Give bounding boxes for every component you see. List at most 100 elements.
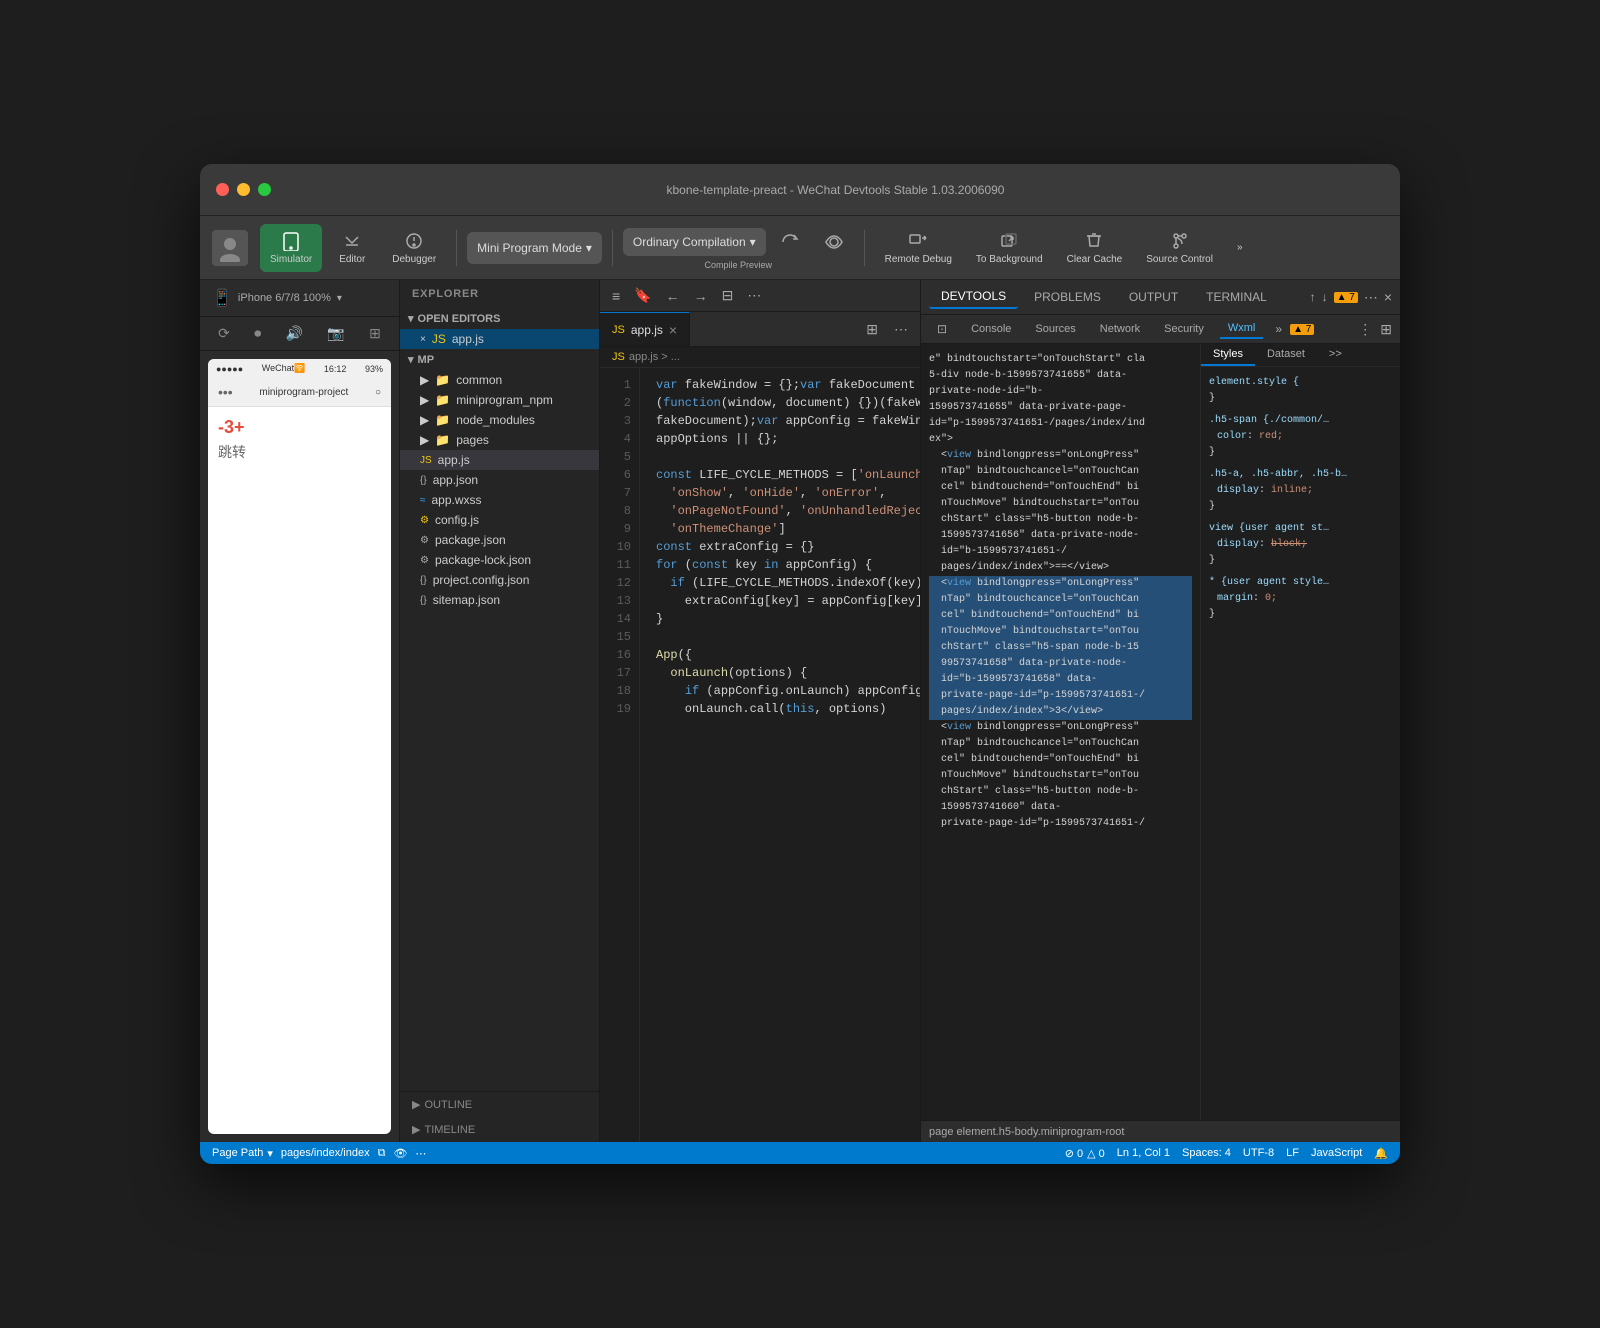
split-icon[interactable]: ⊟ bbox=[718, 285, 738, 306]
folder-common[interactable]: ▶ 📁 common bbox=[400, 370, 599, 390]
open-file-appjs[interactable]: × JS app.js bbox=[400, 329, 599, 349]
more-status-icon[interactable]: ⋯ bbox=[415, 1147, 426, 1160]
tab-close-icon[interactable]: × bbox=[669, 322, 677, 338]
file-appjs[interactable]: JS app.js bbox=[400, 450, 599, 470]
warnings-text: △ 0 bbox=[1087, 1147, 1105, 1160]
file-packagelockjson[interactable]: ⚙ package-lock.json bbox=[400, 550, 599, 570]
folder-miniprogram-npm[interactable]: ▶ 📁 miniprogram_npm bbox=[400, 390, 599, 410]
folder-node-modules[interactable]: ▶ 📁 node_modules bbox=[400, 410, 599, 430]
eye-icon[interactable]: 👁 bbox=[393, 1147, 407, 1160]
filename: app.js bbox=[438, 453, 470, 467]
subtab-wxml[interactable]: Wxml bbox=[1220, 319, 1264, 339]
refresh-button[interactable] bbox=[770, 226, 810, 258]
tab-devtools[interactable]: DEVTOOLS bbox=[929, 285, 1018, 309]
file-icon: JS bbox=[612, 351, 625, 363]
phone-statusbar: ●●●●● WeChat🛜 16:12 93% bbox=[208, 359, 391, 378]
styles-tab[interactable]: Styles bbox=[1201, 344, 1255, 366]
preview-button[interactable] bbox=[814, 226, 854, 258]
tab-terminal[interactable]: TERMINAL bbox=[1194, 286, 1279, 308]
dataset-tab[interactable]: Dataset bbox=[1255, 344, 1317, 366]
record-icon[interactable]: ⏺ bbox=[252, 323, 263, 344]
statusbar: Page Path ▾ pages/index/index ⧉ 👁 ⋯ ⊘ 0 … bbox=[200, 1142, 1400, 1164]
maximize-button[interactable] bbox=[258, 183, 271, 196]
split-editor-icon[interactable]: ⊞ bbox=[862, 319, 882, 340]
timeline-section[interactable]: ▶ TIMELINE bbox=[400, 1117, 599, 1142]
simulator-panel: 📱 iPhone 6/7/8 100% ▾ ⟳ ⏺ 🔊 📷 ⊞ ●●●●● We… bbox=[200, 280, 400, 1142]
code-content[interactable]: var fakeWindow = {};var fakeDocument = {… bbox=[640, 368, 920, 1142]
volume-icon[interactable]: 🔊 bbox=[284, 323, 305, 344]
subtabs-more-icon[interactable]: » bbox=[1275, 322, 1282, 336]
close-button[interactable] bbox=[216, 183, 229, 196]
chevron-right-icon: ▶ bbox=[420, 433, 429, 447]
tab-problems[interactable]: PROBLEMS bbox=[1022, 286, 1113, 308]
errors-text: ⊘ 0 bbox=[1065, 1147, 1083, 1160]
subtab-icon[interactable]: ⊡ bbox=[929, 319, 955, 339]
close-icon[interactable]: × bbox=[420, 334, 426, 345]
minimize-button[interactable] bbox=[237, 183, 250, 196]
errors-item[interactable]: ⊘ 0 △ 0 bbox=[1065, 1147, 1105, 1160]
bookmark-icon[interactable]: 🔖 bbox=[630, 285, 655, 306]
wxml-line-selected: pages/index/index">3</view> bbox=[929, 704, 1192, 720]
phone-network: WeChat🛜 bbox=[262, 363, 306, 374]
style-rule-view: view {user agent st… display: block; } bbox=[1209, 521, 1392, 569]
outline-section[interactable]: ▶ OUTLINE bbox=[400, 1092, 599, 1117]
folder-icon: 📁 bbox=[435, 393, 450, 407]
file-projectconfigjson[interactable]: {} project.config.json bbox=[400, 570, 599, 590]
subtab-console[interactable]: Console bbox=[963, 320, 1019, 338]
compile-top: Ordinary Compilation ▾ bbox=[623, 226, 854, 258]
main-toolbar: Simulator Editor Debugger Mini Program M… bbox=[200, 216, 1400, 280]
debugger-button[interactable]: Debugger bbox=[382, 224, 446, 272]
more-editor-icon[interactable]: ⋯ bbox=[743, 285, 765, 306]
nav-forward-icon[interactable]: → bbox=[690, 286, 712, 306]
folder-pages[interactable]: ▶ 📁 pages bbox=[400, 430, 599, 450]
devtools-toolbar: ⊡ Console Sources Network Security Wxml … bbox=[921, 315, 1400, 344]
wxml-panel[interactable]: e" bindtouchstart="onTouchStart" cla 5-d… bbox=[921, 344, 1200, 1120]
style-selector: view {user agent st… bbox=[1209, 521, 1392, 537]
more-button[interactable]: » bbox=[1227, 224, 1253, 272]
wxml-line: private-node-id="b- bbox=[929, 384, 1192, 400]
more-tabs-icon[interactable]: ⋯ bbox=[890, 319, 912, 340]
subtab-network[interactable]: Network bbox=[1092, 320, 1148, 338]
clear-cache-button[interactable]: Clear Cache bbox=[1057, 224, 1133, 272]
devtools-close-icon[interactable]: × bbox=[1384, 289, 1392, 305]
tab-output[interactable]: OUTPUT bbox=[1117, 286, 1190, 308]
editor-label: Editor bbox=[339, 254, 365, 265]
main-area: 📱 iPhone 6/7/8 100% ▾ ⟳ ⏺ 🔊 📷 ⊞ ●●●●● We… bbox=[200, 280, 1400, 1142]
compilation-selector[interactable]: Ordinary Compilation ▾ bbox=[623, 228, 766, 256]
copy-icon[interactable]: ⧉ bbox=[378, 1147, 386, 1160]
file-packagejson[interactable]: ⚙ package.json bbox=[400, 530, 599, 550]
toolbar-divider-3 bbox=[864, 230, 865, 266]
tab-appjs[interactable]: JS app.js × bbox=[600, 312, 690, 346]
source-control-button[interactable]: Source Control bbox=[1136, 224, 1223, 272]
editor-button[interactable]: Editor bbox=[326, 224, 378, 272]
remote-debug-button[interactable]: Remote Debug bbox=[875, 224, 962, 272]
nav-back-icon[interactable]: ← bbox=[662, 286, 684, 306]
bell-icon[interactable]: 🔔 bbox=[1374, 1147, 1388, 1160]
more-style-tab[interactable]: >> bbox=[1317, 344, 1354, 366]
devtools-menu-icon[interactable]: ⋯ bbox=[1364, 289, 1378, 306]
file-configjs[interactable]: ⚙ config.js bbox=[400, 510, 599, 530]
page-path-item[interactable]: Page Path ▾ bbox=[212, 1147, 273, 1160]
subtab-security[interactable]: Security bbox=[1156, 320, 1212, 338]
file-sitemapjson[interactable]: {} sitemap.json bbox=[400, 590, 599, 610]
screenshot-icon[interactable]: 📷 bbox=[325, 323, 346, 344]
rotate-icon[interactable]: ⟳ bbox=[216, 323, 232, 344]
spaces: Spaces: 4 bbox=[1182, 1147, 1231, 1159]
simulator-screen: ●●●●● WeChat🛜 16:12 93% ••• miniprogram-… bbox=[208, 359, 391, 1134]
to-background-button[interactable]: To Background bbox=[966, 224, 1053, 272]
file-appjson[interactable]: {} app.json bbox=[400, 470, 599, 490]
phone-battery: 93% bbox=[365, 364, 383, 374]
simulator-button[interactable]: Simulator bbox=[260, 224, 322, 272]
mode-selector[interactable]: Mini Program Mode ▾ bbox=[467, 232, 602, 264]
expand-icon[interactable]: ↓ bbox=[1322, 290, 1328, 304]
devtools-dock-icon[interactable]: ⊞ bbox=[1380, 321, 1392, 338]
file-appwxss[interactable]: ≈ app.wxss bbox=[400, 490, 599, 510]
devtools-panel: DEVTOOLS PROBLEMS OUTPUT TERMINAL ↑ ↓ ▲ … bbox=[920, 280, 1400, 1142]
collapse-icon[interactable]: ↑ bbox=[1310, 290, 1316, 304]
subtab-sources[interactable]: Sources bbox=[1027, 320, 1083, 338]
wxml-content: e" bindtouchstart="onTouchStart" cla 5-d… bbox=[921, 344, 1200, 840]
devtools-settings-icon[interactable]: ⋮ bbox=[1358, 321, 1372, 338]
to-background-label: To Background bbox=[976, 254, 1043, 265]
menu-icon[interactable]: ≡ bbox=[608, 286, 624, 306]
separate-icon[interactable]: ⊞ bbox=[367, 323, 383, 344]
